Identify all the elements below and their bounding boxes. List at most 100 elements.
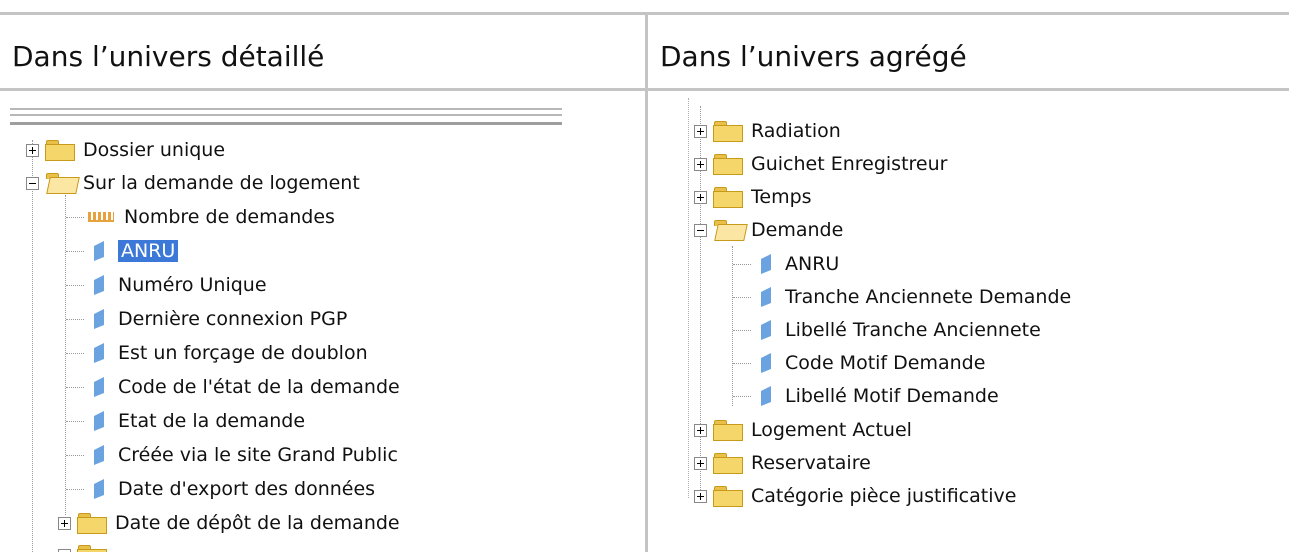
folder-label: Demande [751,219,844,241]
item-label: Date d'export des données [118,478,376,500]
tree-item-dimension[interactable]: Code de l'état de la demande [66,372,400,402]
branch-line [733,395,751,397]
folder-label: Sur la demande de logement [83,172,360,194]
branch-line [66,420,84,422]
collapse-icon[interactable] [694,223,707,237]
dimension-icon [759,319,773,341]
folder-label: Temps [751,186,812,208]
expand-icon[interactable] [26,143,39,157]
branch-line [733,362,751,364]
item-label: Est un forçage de doublon [118,342,368,364]
item-label: Libellé Motif Demande [785,385,999,407]
folder-icon [713,486,743,507]
item-label: ANRU [785,253,840,275]
header-left: Dans l’univers détaillé [12,40,325,73]
folder-icon [45,140,75,161]
tree-item-dimension[interactable]: Etat de la demande [66,406,305,436]
folder-icon [713,453,743,474]
right-tree-panel: Radiation Guichet Enregistreur Temps Dem… [660,96,1280,516]
branch-line [66,454,84,456]
item-label: Etat de la demande [118,410,306,432]
header-right: Dans l’univers agrégé [660,40,967,73]
expand-icon[interactable] [694,489,707,503]
item-label: Tranche Anciennete Demande [785,286,1072,308]
tree-item-dimension[interactable]: Libellé Motif Demande [733,381,999,411]
tree-item-dimension[interactable]: Est un forçage de doublon [66,338,368,368]
measure-icon [88,212,114,222]
folder-icon [713,154,743,175]
tree-item-measure[interactable]: Nombre de demandes [66,202,335,232]
tree-folder-date-depot[interactable]: Date de dépôt de la demande [58,508,400,538]
tree-guide [32,140,33,552]
tree-folder-categorie[interactable]: Catégorie pièce justificative [694,481,1016,511]
folder-icon [713,420,743,441]
expand-icon[interactable] [694,190,707,204]
branch-line [66,352,84,354]
folder-icon [77,513,107,534]
tree-item-dimension[interactable]: Dernière connexion PGP [66,304,347,334]
branch-line [66,488,84,490]
dimension-icon [92,308,106,330]
folder-label: Date de dépôt de la demande [115,512,400,534]
dimension-icon [92,274,106,296]
expand-icon[interactable] [694,157,707,171]
branch-line [66,318,84,320]
expand-icon [58,548,71,552]
folder-label: Reservataire [751,452,871,474]
dimension-icon [759,253,773,275]
panel-left-border [688,98,689,498]
dimension-icon [92,478,106,500]
panel-top-rule-2 [10,114,562,116]
left-tree-panel: Dossier unique Sur la demande de logemen… [10,100,635,552]
dimension-icon [92,410,106,432]
item-label: Libellé Tranche Anciennete [785,319,1041,341]
tree-folder-radiation[interactable]: Radiation [694,116,841,146]
branch-line [66,216,84,218]
dimension-icon [92,376,106,398]
tree-item-dimension[interactable]: Numéro Unique [66,270,267,300]
tree-folder-partial [58,540,115,552]
tree-folder-logement[interactable]: Logement Actuel [694,415,912,445]
branch-line [66,250,84,252]
tree-folder-reservataire[interactable]: Reservataire [694,448,871,478]
expand-icon[interactable] [58,516,71,530]
tree-item-dimension[interactable]: Tranche Anciennete Demande [733,282,1071,312]
open-folder-icon [713,220,748,241]
item-label: Numéro Unique [118,274,267,296]
panel-top-rule-3 [10,122,562,125]
expand-icon[interactable] [694,124,707,138]
tree-folder-demande[interactable]: Demande [694,215,843,245]
dimension-icon [759,286,773,308]
dimension-icon [92,342,106,364]
item-label: Code de l'état de la demande [118,376,400,398]
dimension-icon [92,240,106,262]
branch-line [733,329,751,331]
tree-folder-dossier-unique[interactable]: Dossier unique [26,135,225,165]
folder-icon [713,121,743,142]
tree-item-dimension[interactable]: Date d'export des données [66,474,375,504]
tree-folder-sur-la-demande[interactable]: Sur la demande de logement [26,168,360,198]
expand-icon[interactable] [694,423,707,437]
panel-top-rule [10,108,562,110]
column-divider [645,12,648,552]
dimension-icon [92,444,106,466]
dimension-icon [759,385,773,407]
folder-icon [77,545,107,552]
expand-icon[interactable] [694,456,707,470]
branch-line [66,386,84,388]
tree-folder-guichet[interactable]: Guichet Enregistreur [694,149,947,179]
comparison-table: Dans l’univers détaillé Dans l’univers a… [0,0,1289,552]
tree-item-dimension[interactable]: Libellé Tranche Anciennete [733,315,1041,345]
folder-label: Dossier unique [83,139,226,161]
folder-label: Radiation [751,120,841,142]
item-label: Nombre de demandes [124,206,335,228]
tree-item-dimension[interactable]: Créée via le site Grand Public [66,440,398,470]
tree-item-dimension[interactable]: ANRU [733,249,839,279]
folder-label: Logement Actuel [751,419,912,441]
folder-label: Catégorie pièce justificative [751,485,1017,507]
collapse-icon[interactable] [26,176,39,190]
tree-item-dimension[interactable]: ANRU [66,236,179,266]
item-label: Dernière connexion PGP [118,308,348,330]
tree-item-dimension[interactable]: Code Motif Demande [733,348,985,378]
tree-folder-temps[interactable]: Temps [694,182,812,212]
